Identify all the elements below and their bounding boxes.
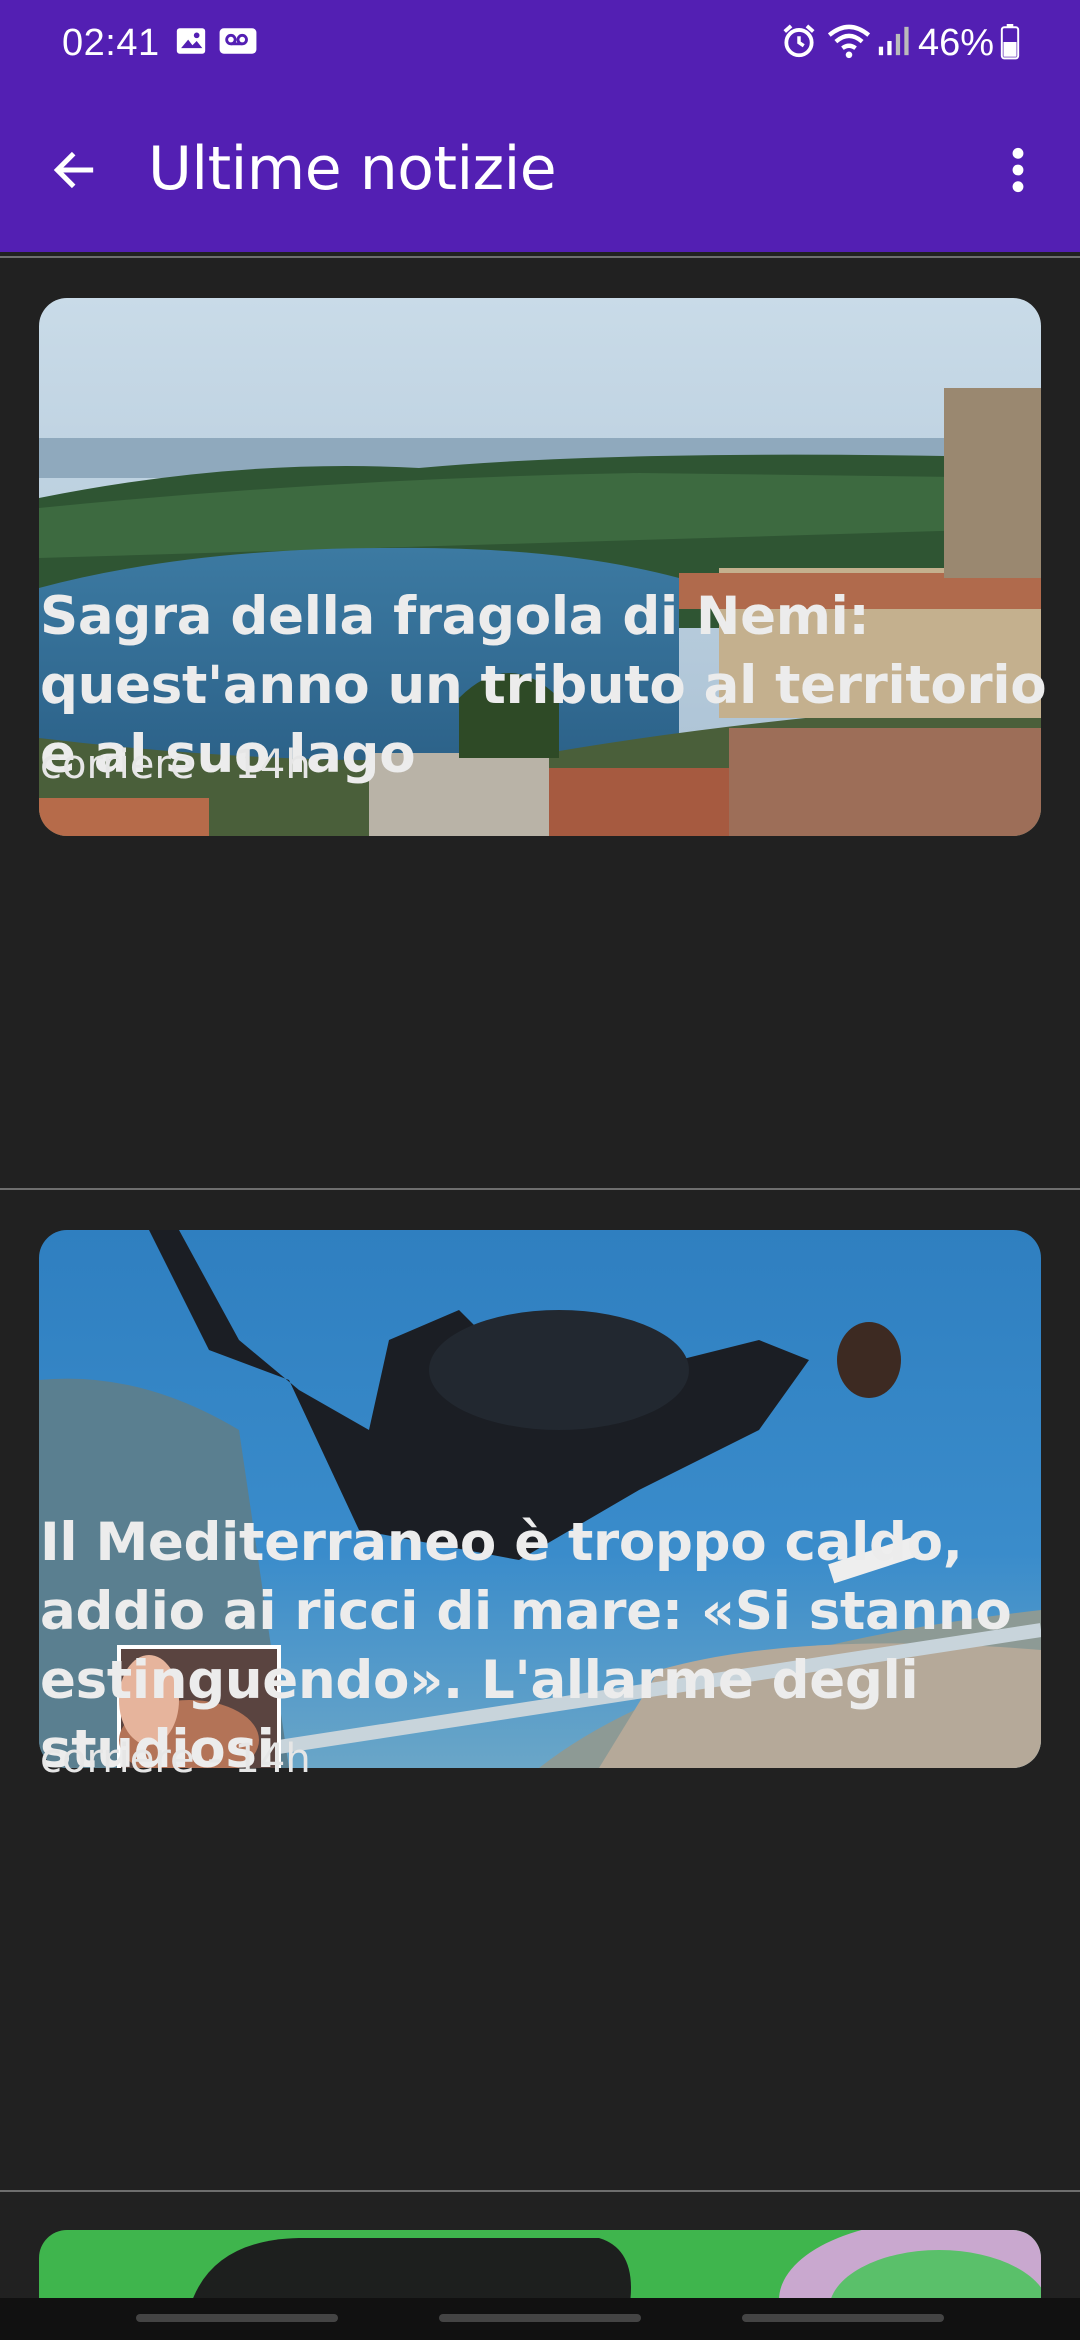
battery-percent: 46% bbox=[918, 22, 995, 64]
signal-icon bbox=[876, 24, 910, 63]
battery-icon bbox=[1000, 24, 1020, 65]
page-title: Ultime notizie bbox=[148, 134, 557, 204]
wifi-icon bbox=[826, 20, 872, 65]
news-card[interactable] bbox=[0, 2192, 1080, 2310]
arrow-left-icon bbox=[53, 151, 94, 189]
navigation-bar bbox=[0, 2298, 1080, 2340]
voicemail-icon bbox=[218, 24, 258, 63]
news-card[interactable]: Il Mediterraneo è troppo caldo, addio ai… bbox=[0, 1190, 1080, 2190]
overflow-menu-button[interactable] bbox=[986, 138, 1050, 202]
nav-back-button[interactable] bbox=[742, 2314, 944, 2322]
alarm-icon bbox=[780, 22, 818, 65]
article-source: corriere - 14h bbox=[40, 1736, 311, 1782]
status-bar: 02:41 46% bbox=[0, 0, 1080, 84]
nav-home-button[interactable] bbox=[439, 2314, 641, 2322]
app-bar: Ultime notizie bbox=[0, 84, 1080, 252]
status-time: 02:41 bbox=[62, 22, 160, 64]
back-button[interactable] bbox=[38, 134, 110, 206]
news-card[interactable]: Sagra della fragola di Nemi: quest'anno … bbox=[0, 258, 1080, 1188]
article-source: corriere - 14h bbox=[40, 742, 311, 788]
nav-recents-button[interactable] bbox=[136, 2314, 338, 2322]
image-icon bbox=[174, 24, 208, 63]
more-vertical-icon bbox=[1012, 147, 1024, 193]
